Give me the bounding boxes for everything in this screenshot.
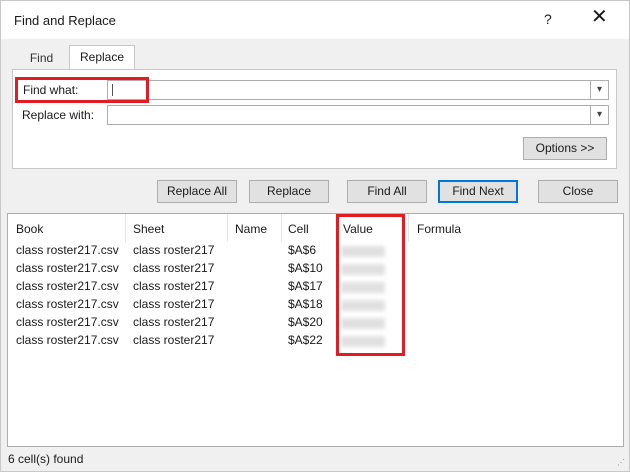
column-header-name[interactable]: Name — [235, 222, 267, 236]
title-bar: Find and Replace ? ✕ — [1, 1, 629, 39]
chevron-down-icon[interactable]: ▾ — [590, 81, 608, 99]
table-row[interactable]: class roster217.csv class roster217 $A$1… — [8, 297, 623, 315]
row-cell: $A$20 — [288, 315, 323, 329]
row-sheet: class roster217 — [133, 279, 215, 293]
row-cell: $A$10 — [288, 261, 323, 275]
replace-with-input[interactable]: ▾ — [107, 105, 609, 125]
row-book: class roster217.csv — [16, 279, 119, 293]
find-next-button[interactable]: Find Next — [438, 180, 518, 203]
row-book: class roster217.csv — [16, 243, 119, 257]
resize-grip-icon[interactable]: ⋰ — [617, 458, 625, 467]
row-cell: $A$6 — [288, 243, 317, 257]
window-title: Find and Replace — [14, 13, 116, 28]
column-header-sheet[interactable]: Sheet — [133, 222, 164, 236]
column-divider — [408, 214, 409, 242]
replace-button[interactable]: Replace — [249, 180, 329, 203]
column-divider — [125, 214, 126, 242]
row-book: class roster217.csv — [16, 261, 119, 275]
row-book: class roster217.csv — [16, 315, 119, 329]
column-divider — [281, 214, 282, 242]
column-header-book[interactable]: Book — [16, 222, 43, 236]
row-cell: $A$22 — [288, 333, 323, 347]
close-button[interactable]: Close — [538, 180, 618, 203]
column-header-cell[interactable]: Cell — [288, 222, 309, 236]
row-book: class roster217.csv — [16, 297, 119, 311]
find-what-input[interactable]: ▾ — [107, 80, 609, 100]
help-icon[interactable]: ? — [544, 11, 552, 27]
table-row[interactable]: class roster217.csv class roster217 $A$1… — [8, 279, 623, 297]
row-sheet: class roster217 — [133, 297, 215, 311]
column-header-formula[interactable]: Formula — [417, 222, 461, 236]
tab-find[interactable]: Find — [14, 47, 69, 70]
row-sheet: class roster217 — [133, 261, 215, 275]
table-row[interactable]: class roster217.csv class roster217 $A$2… — [8, 333, 623, 351]
find-all-button[interactable]: Find All — [347, 180, 427, 203]
table-row[interactable]: class roster217.csv class roster217 $A$1… — [8, 261, 623, 279]
replace-all-button[interactable]: Replace All — [157, 180, 237, 203]
find-replace-dialog: Find and Replace ? ✕ Find Replace Find w… — [0, 0, 630, 472]
tab-replace[interactable]: Replace — [69, 45, 135, 70]
row-sheet: class roster217 — [133, 315, 215, 329]
replace-with-label: Replace with: — [22, 108, 95, 122]
value-column-highlight-box — [336, 214, 405, 356]
column-divider — [227, 214, 228, 242]
row-sheet: class roster217 — [133, 243, 215, 257]
status-text: 6 cell(s) found — [8, 452, 84, 466]
table-row[interactable]: class roster217.csv class roster217 $A$2… — [8, 315, 623, 333]
find-what-highlight-box — [15, 77, 149, 103]
row-sheet: class roster217 — [133, 333, 215, 347]
row-book: class roster217.csv — [16, 333, 119, 347]
results-list[interactable]: Book Sheet Name Cell Value Formula class… — [7, 213, 624, 447]
close-icon[interactable]: ✕ — [591, 7, 608, 27]
row-cell: $A$18 — [288, 297, 323, 311]
row-cell: $A$17 — [288, 279, 323, 293]
table-row[interactable]: class roster217.csv class roster217 $A$6 — [8, 243, 623, 261]
options-button[interactable]: Options >> — [523, 137, 607, 160]
chevron-down-icon[interactable]: ▾ — [590, 106, 608, 124]
